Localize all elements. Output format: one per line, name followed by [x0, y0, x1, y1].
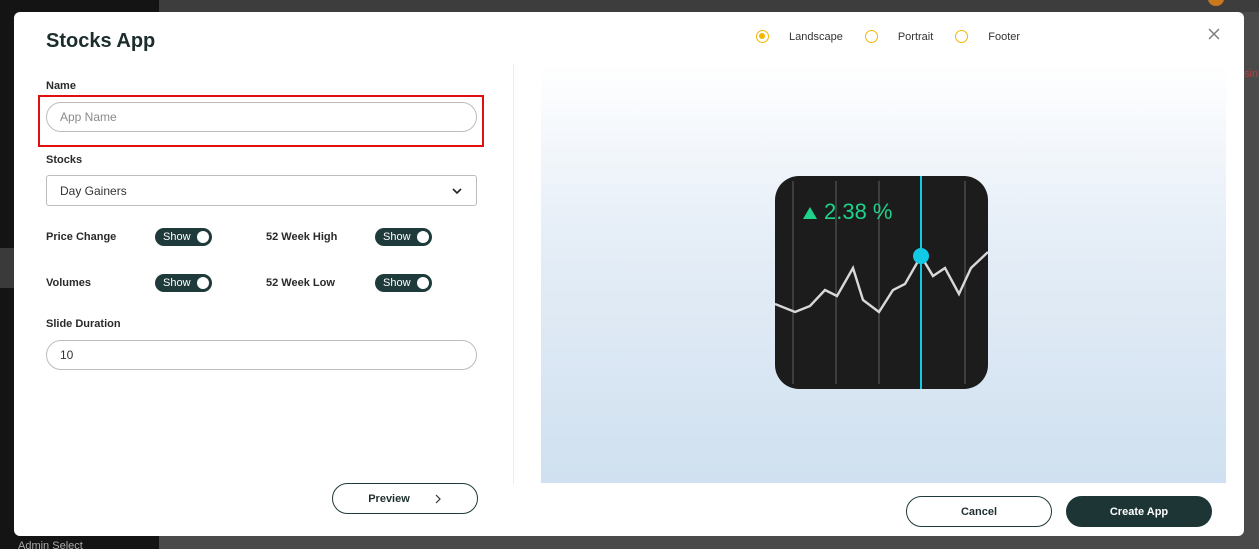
price-change-toggle[interactable]: Show	[155, 228, 212, 246]
orientation-portrait-option[interactable]: Portrait	[864, 30, 934, 43]
slide-duration-label: Slide Duration	[46, 318, 121, 330]
stocks-label: Stocks	[46, 154, 83, 166]
orientation-landscape-option[interactable]: Landscape	[756, 30, 843, 43]
modal-title: Stocks App	[46, 30, 156, 52]
radio-icon[interactable]	[955, 30, 969, 43]
toggle-text: Show	[163, 277, 191, 289]
preview-button[interactable]: Preview	[332, 483, 478, 514]
toggle-knob	[417, 277, 429, 289]
toggle-text: Show	[163, 231, 191, 243]
create-app-button[interactable]: Create App	[1066, 496, 1212, 527]
toggle-knob	[417, 231, 429, 243]
slide-duration-input[interactable]	[46, 340, 477, 370]
week-high-toggle[interactable]: Show	[375, 228, 432, 246]
create-app-button-label: Create App	[1109, 505, 1169, 518]
close-icon-svg	[1208, 28, 1220, 40]
radio-icon-checked[interactable]	[756, 30, 769, 43]
panel-divider	[513, 64, 514, 484]
backdrop-text: sin	[1244, 68, 1259, 80]
cancel-button-label: Cancel	[960, 505, 998, 518]
close-icon[interactable]	[1206, 26, 1222, 42]
orientation-label: Portrait	[897, 30, 934, 43]
toggle-text: Show	[383, 231, 411, 243]
preview-panel: 2.38 %	[541, 64, 1226, 483]
week-high-label: 52 Week High	[266, 231, 338, 243]
stocks-select[interactable]: Day Gainers	[46, 175, 477, 206]
widget-change-text: 2.38 %	[824, 199, 893, 224]
orientation-radio-group: Landscape Portrait Footer	[756, 30, 1042, 43]
backdrop-sidebar-item	[0, 248, 14, 288]
cancel-button[interactable]: Cancel	[906, 496, 1052, 527]
app-name-input[interactable]	[46, 102, 477, 132]
toggle-knob	[197, 277, 209, 289]
price-change-label: Price Change	[46, 231, 117, 243]
week-low-toggle[interactable]: Show	[375, 274, 432, 292]
orientation-footer-option[interactable]: Footer	[955, 30, 1020, 43]
stocks-selected-value: Day Gainers	[60, 183, 127, 198]
widget-cursor-dot	[913, 248, 929, 264]
toggle-knob	[197, 231, 209, 243]
volumes-label: Volumes	[46, 277, 92, 289]
name-label: Name	[46, 80, 76, 92]
preview-button-label: Preview	[368, 492, 410, 505]
toggle-text: Show	[383, 277, 411, 289]
radio-icon[interactable]	[864, 30, 878, 43]
orientation-label: Footer	[988, 30, 1021, 43]
backdrop-topbar	[159, 0, 1259, 12]
volumes-toggle[interactable]: Show	[155, 274, 212, 292]
chevron-right-icon	[435, 494, 441, 503]
chevron-down-icon	[452, 187, 462, 194]
create-app-modal: Stocks App Landscape Portrait Footer Nam…	[14, 12, 1244, 536]
orientation-label: Landscape	[789, 30, 843, 43]
week-low-label: 52 Week Low	[266, 277, 335, 289]
stocks-widget-preview: 2.38 %	[775, 176, 988, 389]
backdrop-sidebar-text: Admin Select	[18, 540, 83, 549]
